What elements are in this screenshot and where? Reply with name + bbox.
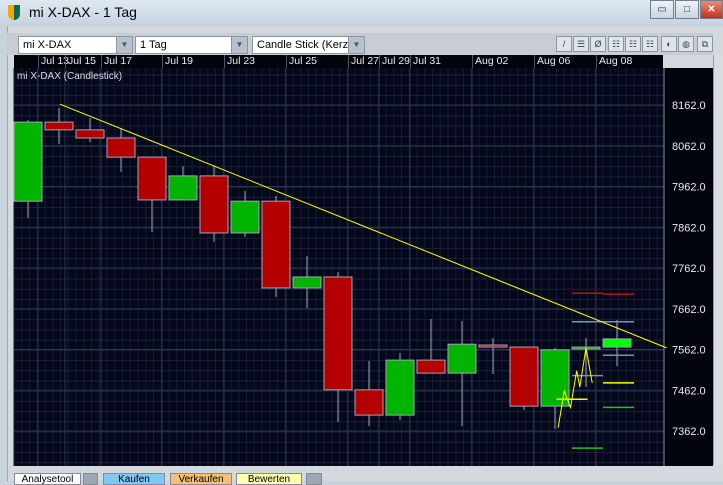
- chart-series-label: mi X-DAX (Candlestick): [17, 71, 122, 82]
- tab-kaufen[interactable]: Kaufen: [103, 473, 165, 485]
- chevron-down-icon[interactable]: [83, 473, 98, 485]
- candle-up: [168, 175, 198, 201]
- candle-down: [478, 344, 508, 348]
- y-tick-label: 7662.0: [672, 304, 706, 316]
- y-tick-label: 7362.0: [672, 426, 706, 438]
- chart-type-value: Candle Stick (Kerze: [257, 39, 355, 51]
- y-tick-label: 7862.0: [672, 222, 706, 234]
- draw-line-icon[interactable]: /: [556, 36, 572, 52]
- candle-down: [44, 121, 74, 131]
- candle-up: [13, 121, 43, 202]
- bottom-tabs: Analysetool Kaufen Verkaufen Bewerten: [14, 466, 713, 485]
- y-tick-label: 7562.0: [672, 345, 706, 357]
- candle-down: [137, 156, 167, 201]
- chevron-down-icon[interactable]: ▼: [348, 37, 364, 53]
- close-button[interactable]: ✕: [700, 0, 723, 19]
- candle-down: [75, 129, 105, 139]
- color-theme-1-icon[interactable]: ◐: [661, 36, 677, 52]
- instrument-select[interactable]: mi X-DAX ▼: [18, 36, 133, 54]
- grid-1-icon[interactable]: ☷: [608, 36, 624, 52]
- chart-toolbar: mi X-DAX ▼ 1 Tag ▼ Candle Stick (Kerze ▼ / …: [7, 33, 713, 55]
- candle-down: [509, 346, 539, 407]
- ellipse-icon[interactable]: Ø: [590, 36, 606, 52]
- y-tick-label: 7962.0: [672, 182, 706, 194]
- candle-up: [292, 276, 322, 289]
- y-tick-label: 8162.0: [672, 100, 706, 112]
- tab-bewerten[interactable]: Bewerten: [236, 473, 302, 485]
- tab-analysetool[interactable]: Analysetool: [14, 473, 81, 485]
- chevron-down-icon[interactable]: ▼: [231, 37, 247, 53]
- y-tick-label: 8062.0: [672, 141, 706, 153]
- candle-down: [416, 359, 446, 374]
- tab-verkaufen[interactable]: Verkaufen: [170, 473, 232, 485]
- title-bar: mi X-DAX - 1 Tag ▭ □ ✕: [0, 0, 723, 26]
- horizontal-line-icon[interactable]: ☰: [573, 36, 589, 52]
- grid-2-icon[interactable]: ☷: [625, 36, 641, 52]
- detach-window-icon[interactable]: ⧉: [697, 36, 713, 52]
- chevron-down-icon[interactable]: ▼: [116, 37, 132, 53]
- window-title: mi X-DAX - 1 Tag: [29, 4, 137, 20]
- app-logo-icon: [8, 5, 20, 20]
- instrument-value: mi X-DAX: [23, 39, 72, 51]
- grid-3-icon[interactable]: ☷: [642, 36, 658, 52]
- y-tick-label: 7462.0: [672, 385, 706, 397]
- candle-up: [385, 359, 415, 416]
- candle-up: [447, 343, 477, 374]
- candle-down: [323, 276, 353, 391]
- more-icon[interactable]: [306, 473, 322, 485]
- candle-up: [540, 349, 570, 407]
- candle-down: [106, 137, 136, 158]
- period-select[interactable]: 1 Tag ▼: [135, 36, 248, 54]
- vertical-scrollbar[interactable]: [713, 55, 723, 465]
- candle-up: [602, 338, 632, 348]
- y-tick-label: 7762.0: [672, 263, 706, 275]
- candle-down: [199, 175, 229, 234]
- color-theme-2-icon[interactable]: ◍: [678, 36, 694, 52]
- candle-down: [261, 200, 291, 289]
- candlestick-chart[interactable]: 8162.0 8062.0 7962.0 7862.0 7762.0 7662.0 7562…: [0, 55, 713, 466]
- maximize-button[interactable]: □: [675, 0, 699, 19]
- minimize-button[interactable]: ▭: [650, 0, 674, 19]
- period-value: 1 Tag: [140, 39, 167, 51]
- candle-down: [354, 389, 384, 416]
- candle-up: [230, 200, 260, 234]
- chart-type-select[interactable]: Candle Stick (Kerze ▼: [252, 36, 365, 54]
